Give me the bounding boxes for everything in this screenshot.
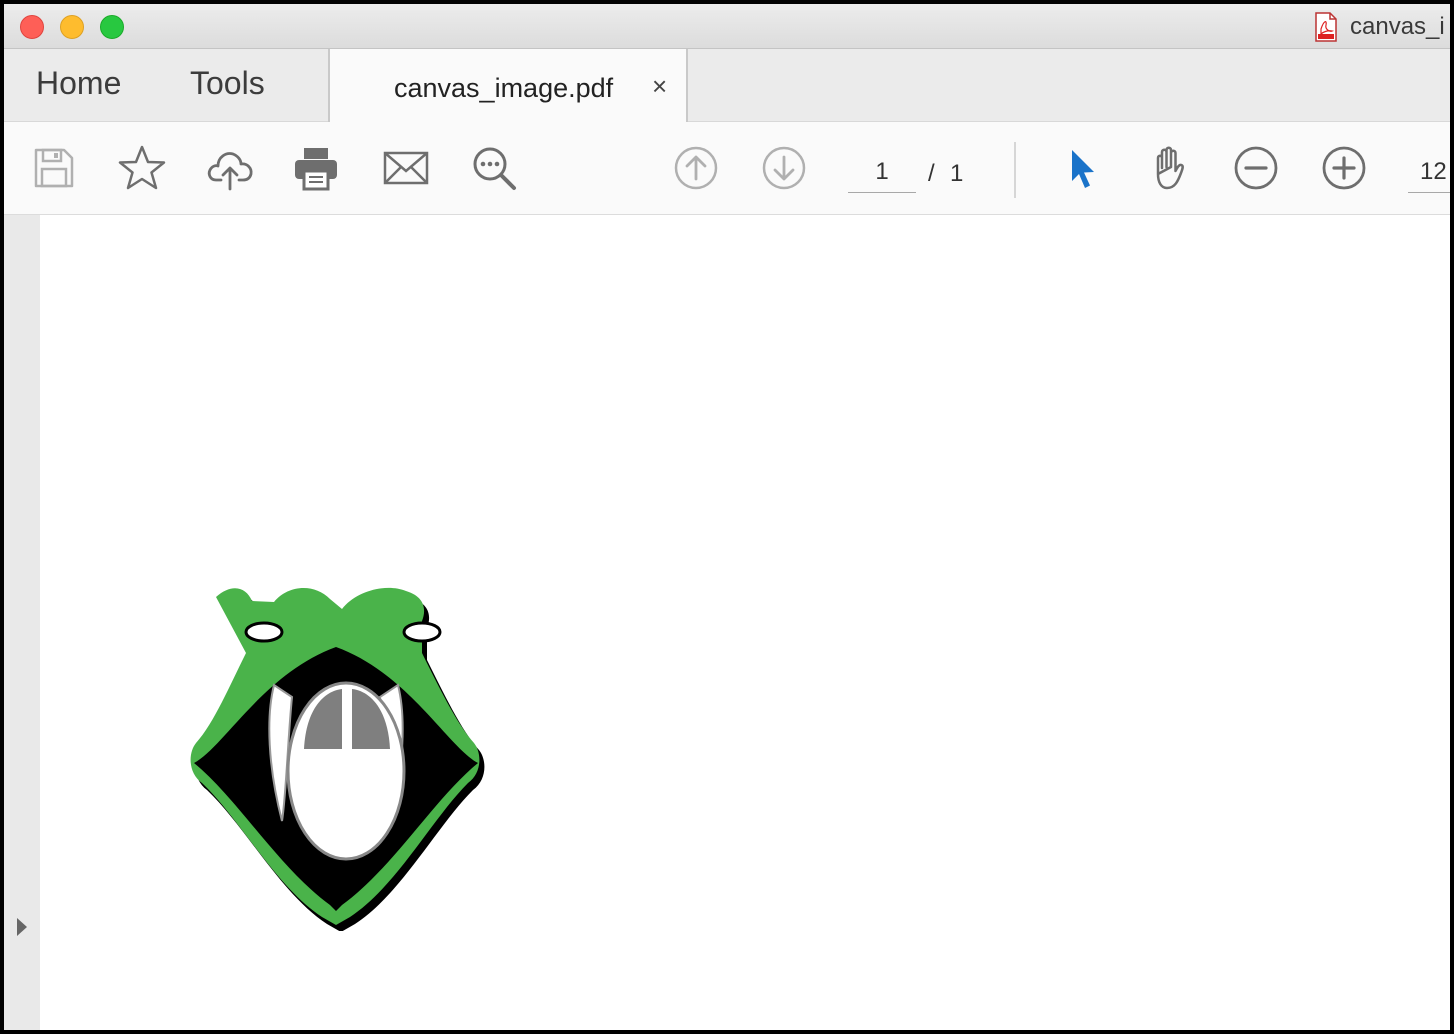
select-tool-button[interactable] [1058,144,1106,192]
expand-panel-icon[interactable] [14,913,30,941]
next-page-icon [762,146,806,190]
close-tab-button[interactable]: × [652,71,667,102]
next-page-button[interactable] [760,144,808,192]
pdf-file-icon [1315,12,1337,42]
hand-icon [1156,146,1184,190]
upload-button[interactable] [206,144,254,192]
zoom-window-button[interactable] [100,15,124,39]
star-icon [118,145,166,190]
cloud-upload-icon [207,152,253,191]
zoom-in-button[interactable] [1320,144,1368,192]
previous-page-button[interactable] [672,144,720,192]
document-area [4,215,1450,1030]
toolbar: / 1 [4,122,1450,215]
toolbar-divider [1014,142,1016,198]
document-tab-label: canvas_image.pdf [394,73,614,103]
search-icon [473,147,516,190]
hand-tool-button[interactable] [1146,144,1194,192]
save-button[interactable] [30,144,78,192]
page-separator: / [928,160,935,187]
window-title-group: canvas_i [1314,10,1445,44]
zoom-level-input[interactable] [1408,152,1450,193]
zoom-out-button[interactable] [1232,144,1280,192]
close-window-button[interactable] [20,15,44,39]
tab-bar: Home Tools canvas_image.pdf × [4,49,1450,122]
app-window: canvas_i Home Tools canvas_image.pdf × 1… [4,4,1450,1030]
printer-icon [295,148,337,191]
find-button[interactable] [470,144,518,192]
previous-page-icon [674,146,718,190]
envelope-icon [383,151,429,185]
bookmark-button[interactable] [118,144,166,192]
select-pointer-icon [1072,150,1094,188]
zoom-out-icon [1234,146,1278,190]
zoom-in-icon [1322,146,1366,190]
left-panel-strip [4,215,40,1030]
pdf-canvas-image [190,587,485,931]
page-number-input[interactable] [848,152,916,193]
window-title: canvas_i [1350,13,1445,40]
minimize-window-button[interactable] [60,15,84,39]
save-icon [34,148,74,188]
nav-tools-tab[interactable]: Tools [190,65,265,102]
nav-home-tab[interactable]: Home [36,65,121,102]
email-button[interactable] [382,144,430,192]
document-tab[interactable]: canvas_image.pdf × [330,49,688,122]
page-total: 1 [950,160,964,187]
title-bar: canvas_i [4,4,1450,49]
print-button[interactable] [292,144,340,192]
